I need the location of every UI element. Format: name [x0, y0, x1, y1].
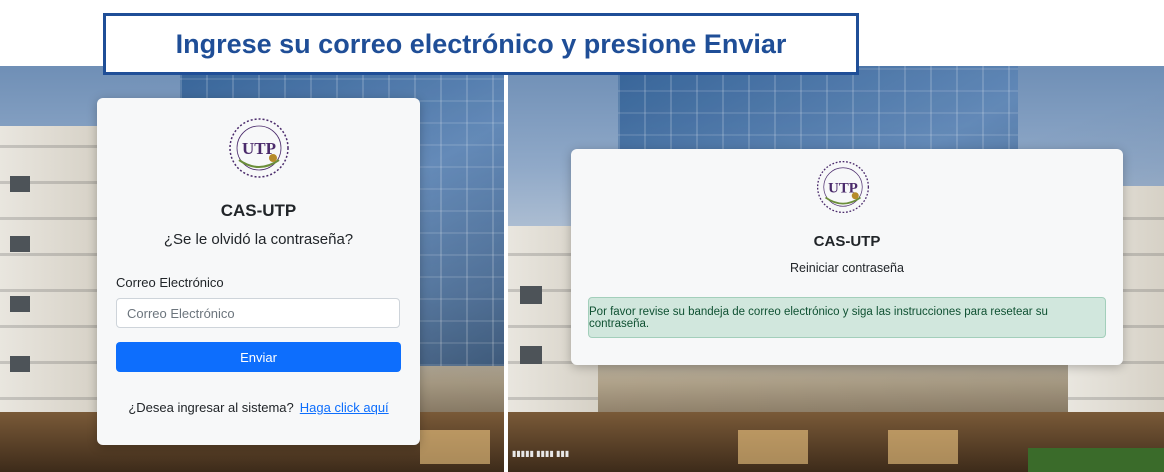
login-link[interactable]: Haga click aquí [300, 400, 389, 415]
email-input[interactable] [116, 298, 400, 328]
page-subtitle: Reiniciar contraseña [790, 261, 904, 275]
success-alert-text: Por favor revise su bandeja de correo el… [589, 305, 1048, 330]
instruction-banner: Ingrese su correo electrónico y presione… [103, 13, 859, 75]
reset-confirmation-card: UTP CAS-UTP Reiniciar contraseña Por fav… [571, 149, 1123, 365]
utp-seal-icon: UTP [815, 159, 871, 215]
page-subtitle: ¿Se le olvidó la contraseña? [163, 231, 354, 248]
success-alert: Por favor revise su bandeja de correo el… [588, 297, 1106, 338]
login-prompt-text: ¿Desea ingresar al sistema? [128, 400, 294, 415]
instruction-banner-text: Ingrese su correo electrónico y presione… [175, 28, 787, 59]
app-name: CAS-UTP [813, 233, 881, 250]
app-name: CAS-UTP [220, 201, 297, 220]
screenshot-watermark: ▮▮▮▮▮ ▮▮▮▮ ▮▮▮ [512, 449, 570, 458]
forgot-password-card: UTP CAS-UTP ¿Se le olvidó la contraseña?… [97, 98, 420, 445]
email-label: Correo Electrónico [116, 275, 224, 290]
submit-button[interactable]: Enviar [116, 342, 401, 372]
login-footer: ¿Desea ingresar al sistema? Haga click aq… [97, 400, 420, 415]
utp-seal-icon: UTP [227, 116, 291, 180]
